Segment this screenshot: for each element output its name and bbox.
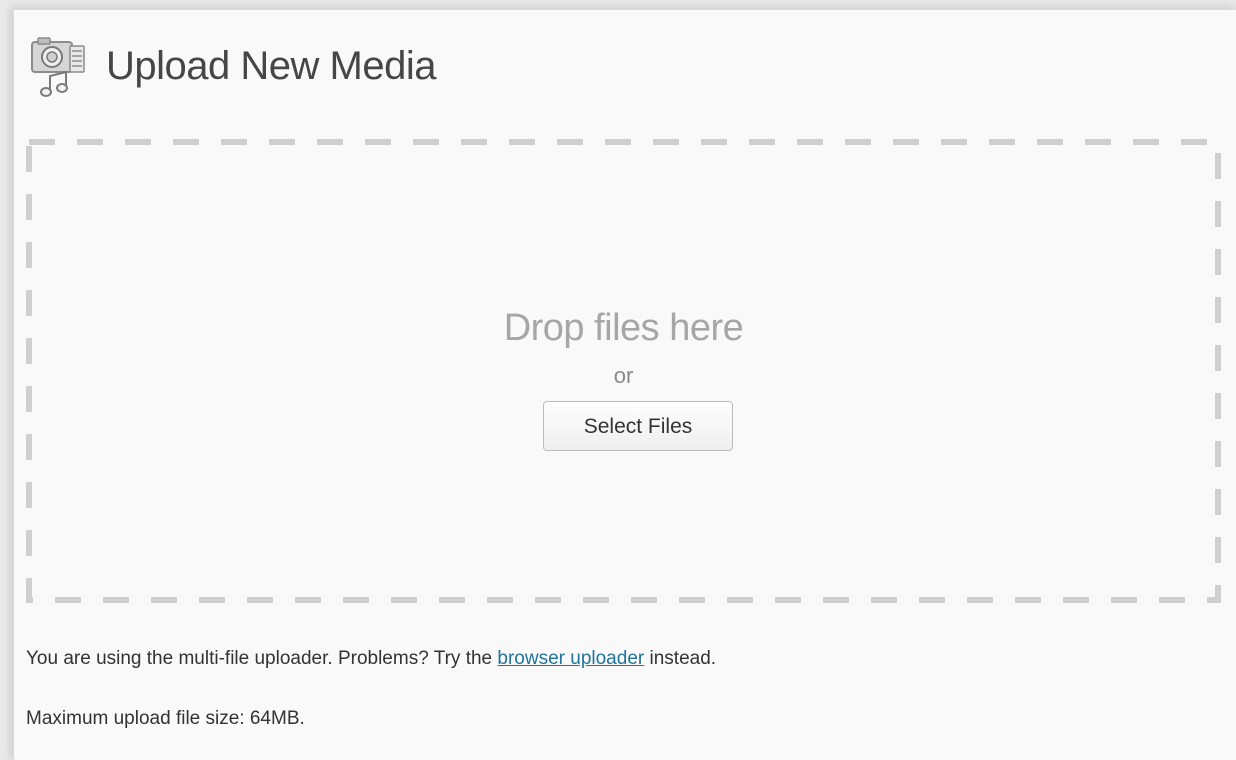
uploader-note: You are using the multi-file uploader. P… — [26, 648, 716, 670]
select-files-button[interactable]: Select Files — [543, 401, 733, 451]
media-library-icon — [26, 34, 90, 98]
max-upload-size: Maximum upload file size: 64MB. — [26, 708, 305, 729]
page-title: Upload New Media — [106, 43, 436, 88]
drop-zone[interactable]: Drop files here or Select Files — [26, 139, 1221, 603]
upload-page: Upload New Media Drop files here or Sele… — [13, 9, 1236, 760]
drop-zone-or: or — [613, 363, 634, 388]
uploader-note-suffix: instead. — [644, 648, 717, 669]
browser-uploader-link[interactable]: browser uploader — [497, 648, 644, 669]
page-header: Upload New Media — [26, 26, 436, 106]
drop-zone-title: Drop files here — [503, 307, 744, 349]
uploader-note-prefix: You are using the multi-file uploader. P… — [26, 648, 498, 669]
